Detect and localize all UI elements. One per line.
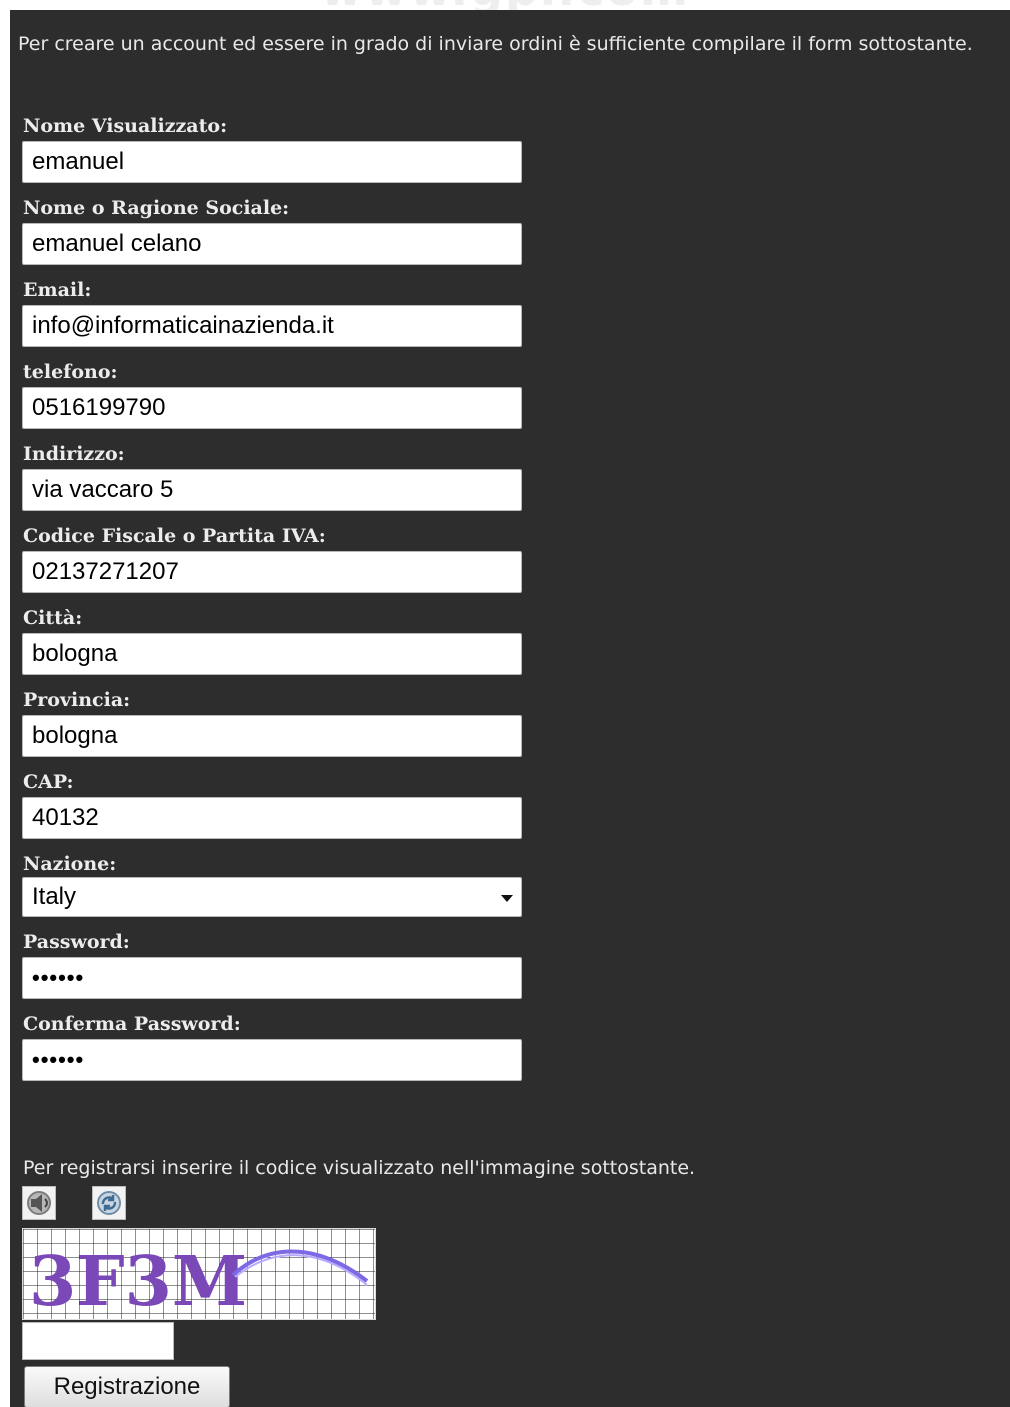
address-label: Indirizzo:	[23, 443, 125, 465]
confirm-password-input[interactable]: ••••••	[22, 1039, 522, 1081]
province-input[interactable]: bologna	[22, 715, 522, 757]
top-banner: www.gpi.com	[0, 0, 1010, 10]
refresh-icon[interactable]	[92, 1186, 126, 1220]
display-name-label: Nome Visualizzato:	[23, 115, 228, 137]
captcha-image: 3F3M	[22, 1228, 376, 1320]
tax-code-label: Codice Fiscale o Partita IVA:	[23, 525, 326, 547]
country-selected-value: Italy	[32, 883, 77, 910]
country-label: Nazione:	[23, 853, 117, 875]
address-input[interactable]: via vaccaro 5	[22, 469, 522, 511]
captcha-input[interactable]	[22, 1322, 174, 1360]
company-name-label: Nome o Ragione Sociale:	[23, 197, 290, 219]
intro-text: Per creare un account ed essere in grado…	[18, 33, 973, 55]
phone-input[interactable]: 0516199790	[22, 387, 522, 429]
registration-panel: Per creare un account ed essere in grado…	[10, 10, 1010, 1407]
city-label: Città:	[23, 607, 83, 629]
display-name-input[interactable]: emanuel	[22, 141, 522, 183]
company-name-input[interactable]: emanuel celano	[22, 223, 522, 265]
postal-code-input[interactable]: 40132	[22, 797, 522, 839]
chevron-down-icon[interactable]	[491, 878, 521, 916]
city-input[interactable]: bologna	[22, 633, 522, 675]
captcha-instruction: Per registrarsi inserire il codice visua…	[23, 1157, 696, 1179]
postal-code-label: CAP:	[23, 771, 74, 793]
refresh-icon	[97, 1191, 121, 1215]
country-select[interactable]: Italy	[22, 877, 522, 917]
phone-label: telefono:	[23, 361, 118, 383]
email-label: Email:	[23, 279, 92, 301]
email-input[interactable]: info@informaticainazienda.it	[22, 305, 522, 347]
tax-code-input[interactable]: 02137271207	[22, 551, 522, 593]
audio-icon	[27, 1191, 51, 1215]
registration-page: www.gpi.com Per creare un account ed ess…	[0, 0, 1010, 1407]
password-input[interactable]: ••••••	[22, 957, 522, 999]
password-label: Password:	[23, 931, 130, 953]
captcha-code: 3F3M	[29, 1242, 247, 1320]
confirm-password-label: Conferma Password:	[23, 1013, 241, 1035]
site-watermark: www.gpi.com	[0, 0, 1010, 10]
register-button[interactable]: Registrazione	[24, 1366, 230, 1407]
audio-icon[interactable]	[22, 1186, 56, 1220]
captcha-graphic: 3F3M	[23, 1229, 375, 1320]
province-label: Provincia:	[23, 689, 131, 711]
